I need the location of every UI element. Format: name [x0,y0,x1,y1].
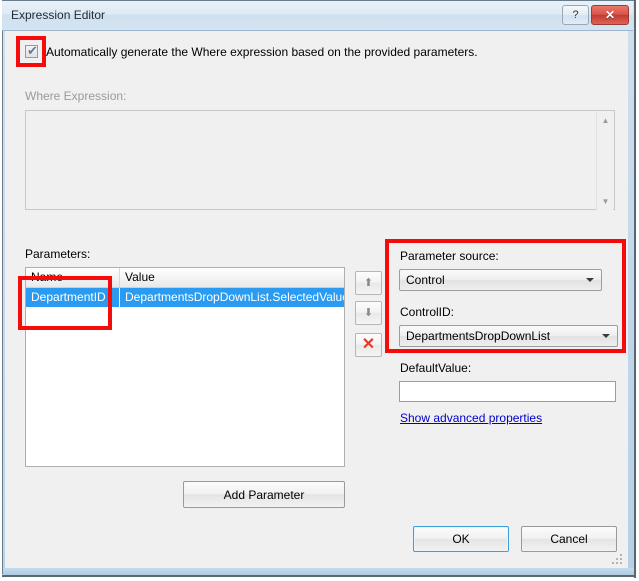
arrow-down-icon: ⬇ [363,306,374,319]
controlid-label: ControlID: [400,305,455,319]
chevron-down-icon [586,278,594,282]
close-icon: ✕ [604,8,616,22]
help-button[interactable]: ? [562,5,589,25]
controlid-dropdown[interactable]: DepartmentsDropDownList [399,325,618,347]
add-parameter-button[interactable]: Add Parameter [183,481,345,508]
where-expression-label: Where Expression: [25,89,127,103]
scroll-up-icon[interactable]: ▲ [597,112,614,129]
table-row[interactable]: DepartmentID DepartmentsDropDownList.Sel… [26,288,344,307]
close-button[interactable]: ✕ [591,5,629,25]
move-parameter-down-button[interactable]: ⬇ [355,301,382,325]
where-expression-scrollbar[interactable]: ▲ ▼ [596,112,613,210]
auto-generate-label[interactable]: Automatically generate the Where express… [46,45,478,59]
window-title: Expression Editor [11,8,106,22]
window-right-outer-border [634,0,636,578]
resize-grip[interactable] [612,554,624,566]
auto-generate-checkbox[interactable]: ✔ [25,43,38,58]
move-parameter-up-button[interactable]: ⬆ [355,271,382,295]
column-header-value[interactable]: Value [120,268,328,287]
cancel-label: Cancel [550,532,588,546]
parameter-source-value: Control [406,273,445,287]
arrow-up-icon: ⬆ [363,276,374,289]
expression-editor-dialog: Expression Editor ? ✕ ✔ Automatically ge… [0,0,639,581]
controlid-value: DepartmentsDropDownList [406,329,551,343]
chevron-down-icon [602,334,610,338]
defaultvalue-input[interactable] [399,381,616,402]
parameters-grid-header: Name Value [26,268,344,288]
scroll-down-icon[interactable]: ▼ [597,193,614,210]
delete-x-icon: ✕ [361,336,376,353]
cell-parameter-value[interactable]: DepartmentsDropDownList.SelectedValue [120,288,344,307]
title-bar-separator [2,30,633,31]
defaultvalue-label: DefaultValue: [400,361,472,375]
column-header-name[interactable]: Name [26,268,120,287]
parameter-source-label: Parameter source: [400,249,499,263]
parameters-label: Parameters: [25,247,91,261]
ok-label: OK [452,532,470,546]
delete-parameter-button[interactable]: ✕ [355,333,382,357]
window-bottom-outer-border [2,575,636,577]
help-icon: ? [572,9,579,21]
parameters-grid[interactable]: Name Value DepartmentID DepartmentsDropD… [25,267,345,467]
parameter-source-dropdown[interactable]: Control [399,269,602,291]
add-parameter-label: Add Parameter [223,487,305,502]
cell-parameter-name[interactable]: DepartmentID [26,288,119,307]
cancel-button[interactable]: Cancel [521,526,617,552]
ok-button[interactable]: OK [413,526,509,552]
show-advanced-properties-link[interactable]: Show advanced properties [400,411,542,425]
where-expression-textarea[interactable]: ▲ ▼ [25,110,615,210]
checkmark-icon: ✔ [27,43,38,58]
window-left-glass-edge [3,1,5,576]
